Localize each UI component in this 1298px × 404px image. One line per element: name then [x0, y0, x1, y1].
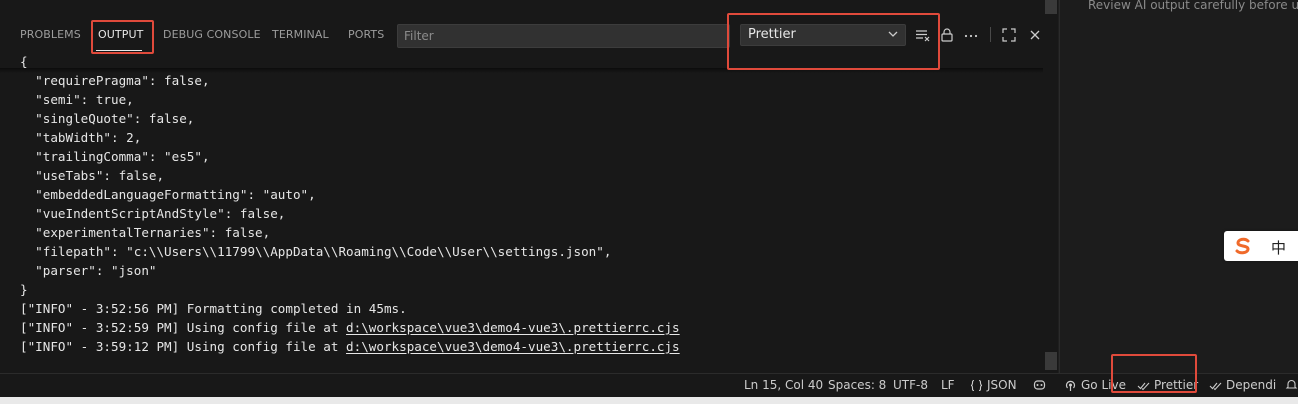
copilot-status[interactable] — [1033, 378, 1046, 391]
more-actions-icon[interactable] — [963, 27, 979, 43]
output-panel: PROBLEMS OUTPUT DEBUG CONSOLE TERMINAL P… — [0, 0, 1058, 373]
maximize-icon[interactable] — [1001, 27, 1017, 43]
tab-problems[interactable]: PROBLEMS — [20, 28, 81, 41]
output-channel-value: Prettier — [748, 27, 796, 42]
double-check-icon — [1209, 382, 1222, 390]
cursor-position[interactable]: Ln 15, Col 40 — [744, 378, 823, 392]
filter-input[interactable] — [397, 24, 730, 48]
log-prefix: ["INFO" - 3:59:12 PM] Using config file … — [20, 339, 347, 354]
tab-terminal[interactable]: TERMINAL — [272, 28, 329, 41]
taskbar-edge — [0, 397, 1298, 404]
go-live-button[interactable]: Go Live — [1064, 378, 1126, 392]
output-line: } — [20, 282, 28, 297]
ime-mode-char: 中 — [1271, 239, 1287, 257]
output-line: "embeddedLanguageFormatting": "auto", — [20, 187, 316, 202]
indentation[interactable]: Spaces: 8 — [828, 378, 886, 392]
tab-debug-console[interactable]: DEBUG CONSOLE — [163, 28, 261, 41]
toolbar-separator — [990, 27, 991, 42]
output-line: "requirePragma": false, — [20, 73, 210, 88]
ime-toolbar[interactable]: 中 — [1224, 231, 1298, 261]
lock-icon[interactable] — [939, 27, 955, 43]
encoding[interactable]: UTF-8 — [893, 378, 928, 392]
notifications-icon[interactable] — [1285, 378, 1298, 391]
tab-output[interactable]: OUTPUT — [98, 28, 143, 41]
braces-icon — [970, 379, 983, 391]
active-tab-indicator — [96, 50, 142, 51]
vertical-scrollbar[interactable] — [1043, 52, 1057, 373]
output-line: "useTabs": false, — [20, 168, 165, 183]
tab-ports[interactable]: PORTS — [348, 28, 384, 41]
clear-output-icon[interactable] — [915, 27, 931, 43]
output-line: { — [20, 54, 28, 69]
double-check-icon — [1137, 382, 1150, 390]
scrollbar-thumb[interactable] — [1045, 0, 1057, 14]
end-of-line[interactable]: LF — [941, 378, 955, 392]
copilot-icon — [1033, 380, 1046, 390]
output-line: "experimentalTernaries": false, — [20, 225, 271, 240]
output-line: ["INFO" - 3:52:59 PM] Using config file … — [20, 318, 680, 337]
ai-review-note: Review AI output carefully before use. — [1088, 0, 1298, 12]
config-file-link[interactable]: d:\workspace\vue3\demo4-vue3\.prettierrc… — [346, 320, 680, 335]
scrollbar-thumb[interactable] — [1045, 352, 1057, 370]
output-line: ["INFO" - 3:52:56 PM] Formatting complet… — [20, 301, 407, 316]
output-line: "filepath": "c:\\Users\\11799\\AppData\\… — [20, 244, 612, 259]
panel-tabbar: PROBLEMS OUTPUT DEBUG CONSOLE TERMINAL P… — [0, 0, 1058, 52]
dependi-status[interactable]: Dependi — [1209, 378, 1276, 392]
close-icon[interactable] — [1027, 27, 1043, 43]
output-line: "semi": true, — [20, 92, 134, 107]
language-mode[interactable]: JSON — [970, 378, 1017, 392]
broadcast-icon — [1065, 380, 1076, 391]
log-prefix: ["INFO" - 3:52:59 PM] Using config file … — [20, 320, 347, 335]
output-line: "parser": "json" — [20, 263, 157, 278]
output-log: { "requirePragma": false, "semi": true, … — [20, 52, 1040, 354]
output-channel-select[interactable]: Prettier — [740, 24, 906, 46]
output-line: ["INFO" - 3:59:12 PM] Using config file … — [20, 337, 680, 356]
chevron-down-icon — [888, 31, 898, 37]
status-bar: Ln 15, Col 40 Spaces: 8 UTF-8 LF JSON Go… — [0, 373, 1298, 397]
config-file-link[interactable]: d:\workspace\vue3\demo4-vue3\.prettierrc… — [346, 339, 680, 354]
output-line: "vueIndentScriptAndStyle": false, — [20, 206, 286, 221]
output-line: "trailingComma": "es5", — [20, 149, 210, 164]
sogou-logo-icon — [1235, 237, 1250, 255]
prettier-status[interactable]: Prettier — [1137, 378, 1198, 392]
output-line: "singleQuote": false, — [20, 111, 195, 126]
secondary-sidebar: Review AI output carefully before use. — [1059, 0, 1298, 373]
output-line: "tabWidth": 2, — [20, 130, 142, 145]
